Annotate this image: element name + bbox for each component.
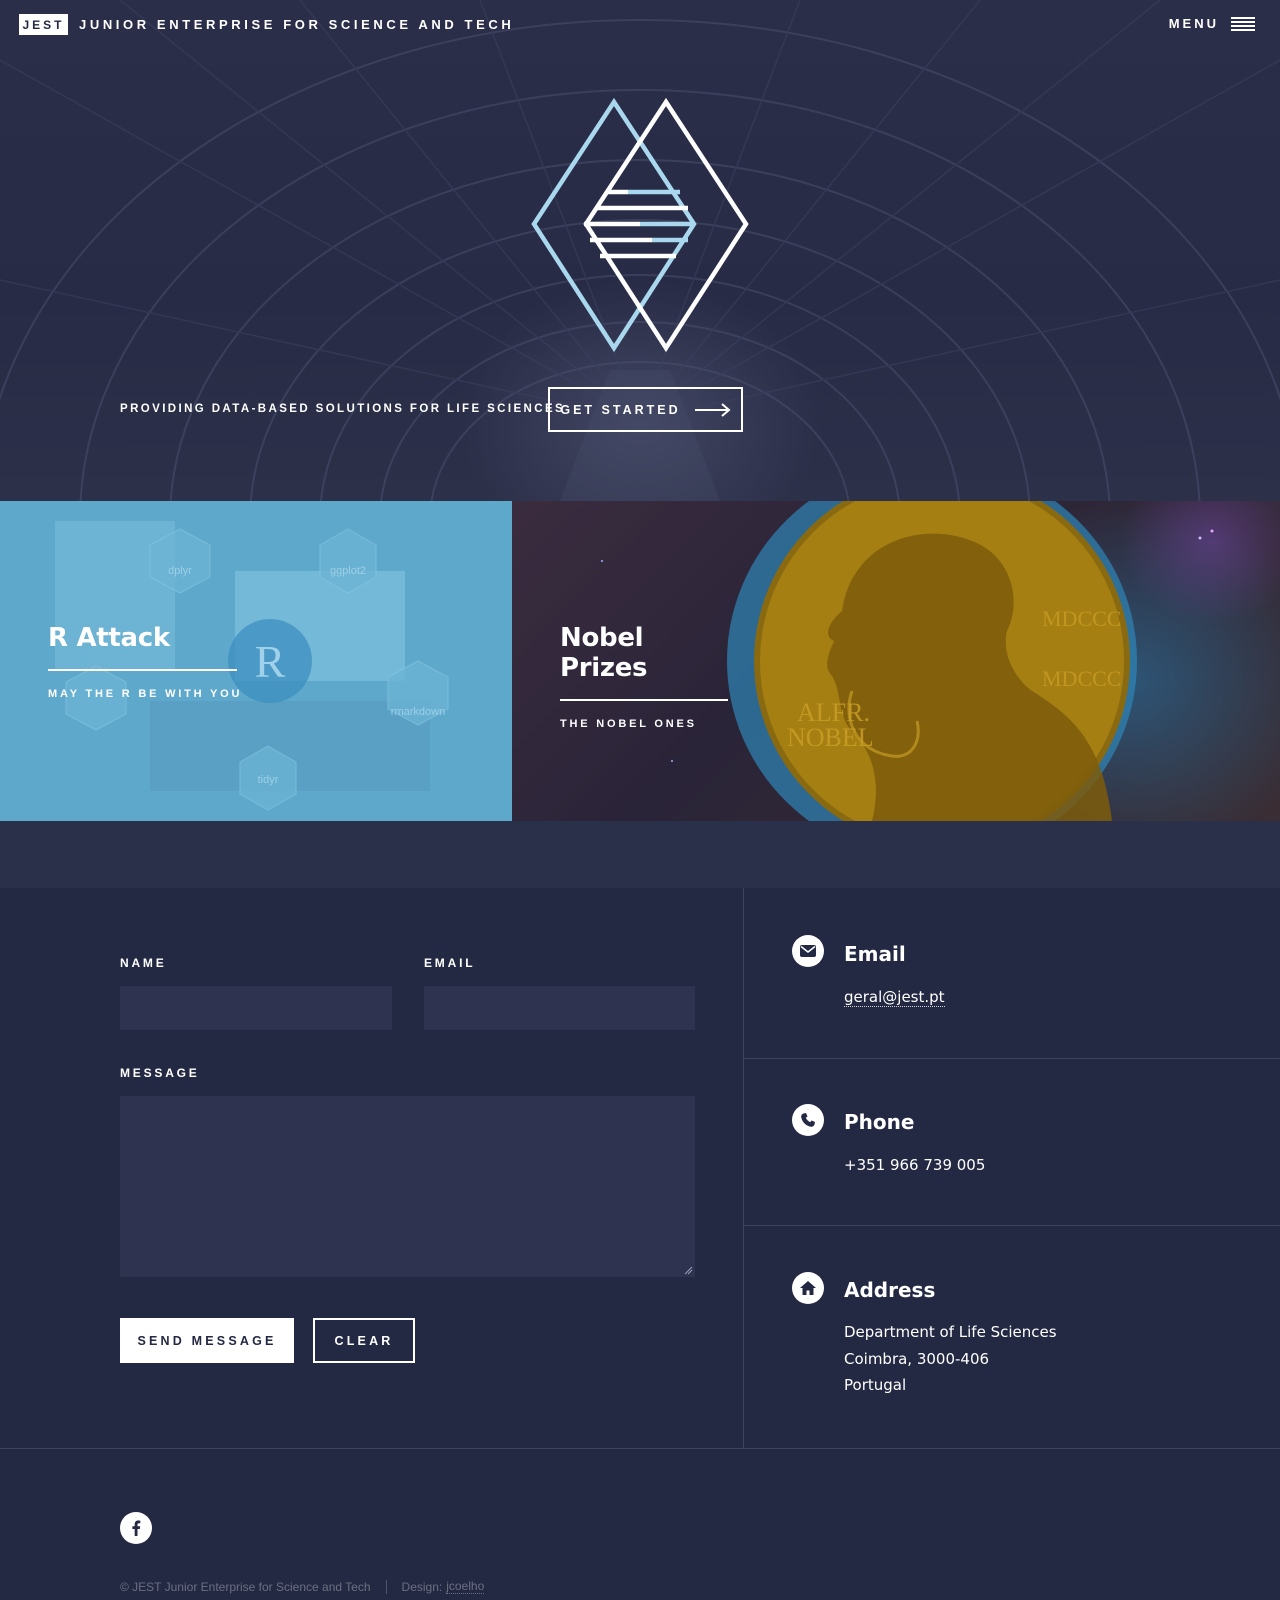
tile-r-attack[interactable]: dplyr ggplot2 rmarkdown tidyr R R Attack… — [0, 501, 512, 821]
tile-nobel-prizes[interactable]: ALFR. NOBEL MDCCC MDCCC Nobel Prizes THE… — [512, 501, 1280, 821]
tile-nobel-prizes-text: Nobel Prizes THE NOBEL ONES — [560, 623, 728, 730]
section-spacer — [0, 821, 1280, 888]
hero-banner: PROVIDING DATA-BASED SOLUTIONS FOR LIFE … — [0, 0, 1280, 501]
address-line-3: Portugal — [844, 1376, 907, 1394]
medal-inscription-years-2: MDCCC — [1042, 666, 1121, 691]
contact-section: NAME EMAIL MESSAGE SEND MESSAGE CLEAR Em… — [0, 888, 1280, 1448]
get-started-label: GET STARTED — [560, 402, 681, 417]
tile-r-attack-text: R Attack MAY THE R BE WITH YOU — [48, 623, 242, 700]
contact-email-title: Email — [844, 942, 906, 966]
contact-phone-title: Phone — [844, 1110, 915, 1134]
envelope-icon — [792, 935, 824, 967]
r-logo-letter: R — [255, 636, 286, 687]
copyright-text: © JEST Junior Enterprise for Science and… — [120, 1579, 371, 1594]
message-label: MESSAGE — [120, 1066, 200, 1080]
email-label: EMAIL — [424, 956, 476, 970]
email-input[interactable] — [424, 986, 695, 1030]
footer-divider — [0, 1448, 1280, 1449]
medal-inscription-years: MDCCC — [1042, 606, 1121, 631]
send-message-button[interactable]: SEND MESSAGE — [120, 1318, 294, 1363]
footer-separator — [385, 1579, 387, 1594]
tile-r-attack-subtitle: MAY THE R BE WITH YOU — [48, 688, 243, 700]
tile-r-attack-title: R Attack — [48, 623, 237, 671]
home-icon — [792, 1272, 824, 1304]
jest-logo[interactable]: JEST — [19, 14, 68, 35]
facebook-icon[interactable] — [120, 1512, 152, 1544]
contact-address-block: Address Department of Life Sciences Coim… — [744, 1226, 1280, 1448]
address-line-2: Coimbra, 3000-406 — [844, 1349, 990, 1368]
hamburger-icon — [1231, 16, 1255, 31]
tile-nobel-prizes-title: Nobel Prizes — [560, 623, 728, 701]
contact-form: NAME EMAIL MESSAGE SEND MESSAGE CLEAR — [0, 888, 744, 1448]
address-line-1: Department of Life Sciences — [844, 1323, 1057, 1341]
hex-label-dplyr: dplyr — [168, 565, 192, 577]
design-credit-prefix: Design: — [401, 1579, 443, 1594]
clear-button[interactable]: CLEAR — [313, 1318, 415, 1363]
hex-label-tidyr: tidyr — [258, 774, 279, 786]
contact-email-block: Email geral@jest.pt — [744, 888, 1280, 1058]
tile-nobel-prizes-subtitle: THE NOBEL ONES — [560, 718, 697, 730]
hex-label-ggplot2: ggplot2 — [330, 565, 366, 577]
contact-phone-value[interactable]: +351 966 739 005 — [844, 1152, 985, 1179]
name-label: NAME — [120, 956, 167, 970]
site-header: JEST JUNIOR ENTERPRISE FOR SCIENCE AND T… — [0, 0, 1280, 48]
hex-label-rmarkdown: rmarkdown — [391, 706, 445, 718]
contact-email-value-wrapper: geral@jest.pt — [844, 984, 945, 1011]
message-textarea[interactable] — [120, 1096, 695, 1277]
contact-address-lines: Department of Life Sciences Coimbra, 300… — [844, 1319, 1057, 1399]
design-credit-link[interactable]: jcoelho — [446, 1579, 485, 1594]
contact-phone-block: Phone +351 966 739 005 — [744, 1059, 1280, 1225]
medal-inscription-nobel: NOBEL — [787, 723, 874, 752]
jest-diamond-logo — [531, 97, 749, 353]
footer-copyright: © JEST Junior Enterprise for Science and… — [120, 1579, 485, 1594]
site-name[interactable]: JUNIOR ENTERPRISE FOR SCIENCE AND TECH — [79, 17, 514, 32]
phone-icon — [792, 1104, 824, 1136]
resize-grip-icon[interactable] — [683, 1265, 693, 1275]
menu-label: MENU — [1168, 16, 1219, 31]
get-started-button[interactable]: GET STARTED — [548, 387, 743, 432]
hero-tagline: PROVIDING DATA-BASED SOLUTIONS FOR LIFE … — [120, 403, 566, 415]
menu-button[interactable]: MENU — [1169, 16, 1255, 31]
name-input[interactable] — [120, 986, 392, 1030]
contact-email-link[interactable]: geral@jest.pt — [844, 988, 945, 1007]
contact-address-title: Address — [844, 1278, 936, 1302]
arrow-right-icon — [694, 402, 731, 417]
